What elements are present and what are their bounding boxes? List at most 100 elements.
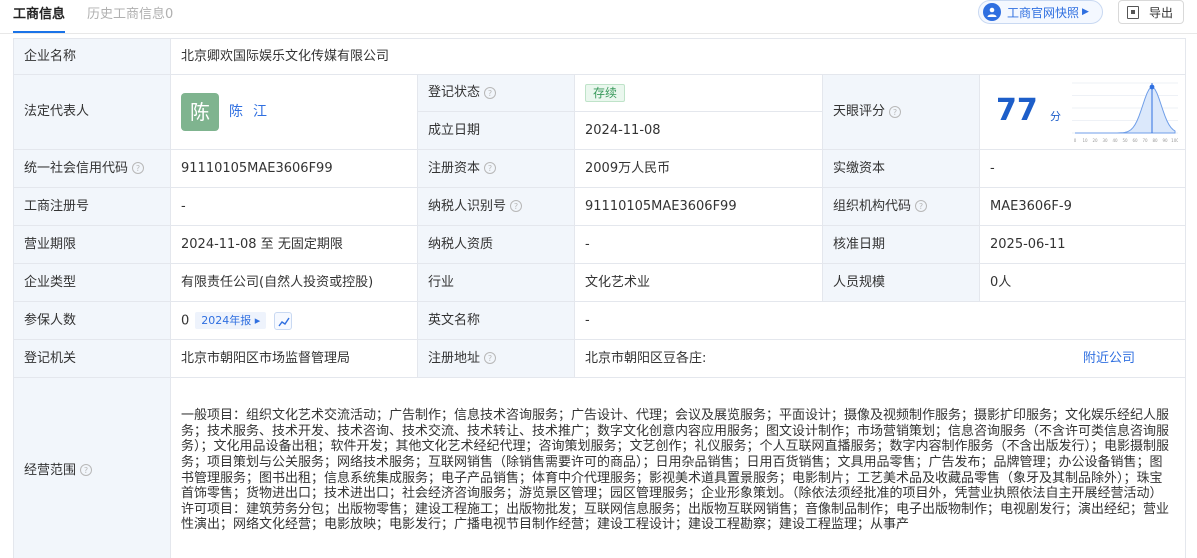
- tab-business-info[interactable]: 工商信息: [13, 3, 66, 33]
- table-row: 法定代表人 陈 陈江 登记状态? 存续 天眼评分? 77 分 0 10 20 30 40…: [13, 74, 1187, 150]
- help-icon[interactable]: ?: [889, 105, 902, 118]
- reg-status-cell: 存续: [574, 74, 823, 112]
- reg-capital-label-cell: 注册资本?: [417, 149, 575, 188]
- table-row: 参保人数 0 2024年报 ▸ 英文名称 -: [13, 301, 1187, 340]
- reg-capital-value: 2009万人民币: [574, 149, 823, 188]
- org-code-value: MAE3606F-9: [978, 187, 1187, 226]
- english-name-label: 英文名称: [417, 301, 575, 340]
- authority-label: 登记机关: [13, 339, 171, 378]
- legal-rep-cell: 陈 陈江: [170, 74, 418, 150]
- avatar[interactable]: 陈: [181, 93, 219, 131]
- help-icon[interactable]: ?: [484, 86, 497, 99]
- chart-tick-label: 30: [1102, 138, 1108, 143]
- reg-status-label-cell: 登记状态?: [417, 74, 575, 112]
- table-row: 统一社会信用代码? 91110105MAE3606F99 注册资本? 2009万…: [13, 149, 1187, 188]
- rating-score: 77: [996, 93, 1038, 128]
- term-label: 营业期限: [13, 225, 171, 264]
- user-shield-icon: [983, 3, 1001, 21]
- insured-value: 0: [181, 313, 190, 328]
- help-icon[interactable]: ?: [132, 162, 145, 175]
- help-icon[interactable]: ?: [484, 352, 497, 365]
- staff-size-label: 人员规模: [822, 263, 980, 302]
- help-icon[interactable]: ?: [510, 200, 523, 213]
- table-row: 工商注册号 - 纳税人识别号? 91110105MAE3606F99 组织机构代…: [13, 187, 1187, 226]
- biz-reg-no-value: -: [170, 187, 418, 226]
- english-name-value: -: [573, 301, 1187, 340]
- export-label: 导出: [1149, 5, 1174, 20]
- paid-capital-label: 实缴资本: [822, 149, 980, 188]
- chart-tick-label: 100: [1171, 138, 1178, 143]
- export-button[interactable]: 导出: [1118, 0, 1184, 24]
- taxpayer-id-label: 纳税人识别号: [428, 198, 507, 214]
- rating-distribution-chart: 0 10 20 30 40 50 60 70 80 90 100: [1072, 82, 1178, 143]
- biz-reg-no-label: 工商注册号: [13, 187, 171, 226]
- founded-label: 成立日期: [417, 111, 575, 150]
- company-name-value: 北京卿欢国际娱乐文化传媒有限公司: [169, 38, 1187, 75]
- industry-value: 文化艺术业: [574, 263, 823, 302]
- taxpayer-qual-label: 纳税人资质: [417, 225, 575, 264]
- staff-size-value: 0人: [978, 263, 1187, 302]
- tab-history-business-info[interactable]: 历史工商信息0: [87, 3, 173, 22]
- table-row: 企业名称 北京卿欢国际娱乐文化传媒有限公司: [13, 38, 1187, 75]
- rating-marker-dot: [1149, 84, 1155, 90]
- help-icon[interactable]: ?: [915, 200, 928, 213]
- tab-bar: 工商信息 历史工商信息0 工商官网快照 ▶ 导出: [0, 0, 1197, 34]
- nearby-companies-link[interactable]: 附近公司: [1083, 351, 1135, 367]
- annual-report-year-label: 2024年报: [201, 314, 252, 327]
- address-value: 北京市朝阳区豆各庄:: [585, 350, 707, 366]
- status-badge: 存续: [585, 83, 626, 103]
- chart-tick-label: 70: [1142, 138, 1148, 143]
- rating-distribution-area: [1075, 86, 1176, 134]
- legal-rep-name-link[interactable]: 陈江: [229, 104, 277, 121]
- chart-tick-label: 20: [1092, 138, 1098, 143]
- industry-label: 行业: [417, 263, 575, 302]
- company-type-label: 企业类型: [13, 263, 171, 302]
- export-icon: [1127, 5, 1139, 19]
- reg-capital-label: 注册资本: [428, 160, 481, 176]
- founded-value: 2024-11-08: [574, 111, 823, 150]
- chart-tick-label: 10: [1082, 138, 1088, 143]
- insured-cell: 0 2024年报 ▸: [170, 301, 418, 340]
- credit-code-value: 91110105MAE3606F99: [170, 149, 418, 188]
- company-type-value: 有限责任公司(自然人投资或控股): [170, 263, 418, 302]
- table-row: 登记机关 北京市朝阳区市场监督管理局 注册地址? 北京市朝阳区豆各庄: 附近公司: [13, 339, 1187, 378]
- credit-code-label-cell: 统一社会信用代码?: [13, 149, 171, 188]
- rating-unit: 分: [1050, 110, 1061, 123]
- taxpayer-id-label-cell: 纳税人识别号?: [417, 187, 575, 226]
- annual-report-year-dropdown[interactable]: 2024年报 ▸: [195, 312, 267, 330]
- scope-label-cell: 经营范围?: [13, 377, 171, 558]
- official-snapshot-label: 工商官网快照: [1007, 5, 1080, 20]
- chart-tick-label: 90: [1162, 138, 1168, 143]
- table-row: 企业类型 有限责任公司(自然人投资或控股) 行业 文化艺术业 人员规模 0人: [13, 263, 1187, 302]
- rating-cell[interactable]: 77 分 0 10 20 30 40 50 60 70 80 90 100: [978, 74, 1187, 150]
- chart-tick-label: 40: [1112, 138, 1118, 143]
- official-snapshot-button[interactable]: 工商官网快照 ▶: [978, 0, 1103, 24]
- table-row: 营业期限 2024-11-08 至 无固定期限 纳税人资质 - 核准日期 202…: [13, 225, 1187, 264]
- chart-tick-label: 80: [1152, 138, 1158, 143]
- org-code-label: 组织机构代码: [833, 198, 912, 214]
- taxpayer-qual-value: -: [574, 225, 823, 264]
- business-info-table: 企业名称 北京卿欢国际娱乐文化传媒有限公司 法定代表人 陈 陈江 登记状态? 存…: [13, 38, 1187, 558]
- trend-chart-icon[interactable]: [274, 311, 293, 330]
- chart-tick-label: 60: [1132, 138, 1138, 143]
- address-label: 注册地址: [428, 350, 481, 366]
- caret-right-icon: ▶: [1082, 7, 1089, 17]
- address-cell: 北京市朝阳区豆各庄: 附近公司: [573, 339, 1187, 378]
- approval-date-value: 2025-06-11: [978, 225, 1187, 264]
- reg-status-label: 登记状态: [428, 85, 481, 101]
- table-row: 经营范围? 一般项目：组织文化艺术交流活动；广告制作；信息技术咨询服务；广告设计…: [13, 377, 1187, 558]
- rating-label: 天眼评分: [833, 104, 886, 120]
- approval-date-label: 核准日期: [822, 225, 980, 264]
- org-code-label-cell: 组织机构代码?: [822, 187, 980, 226]
- address-label-cell: 注册地址?: [417, 339, 575, 378]
- legal-rep-label: 法定代表人: [13, 74, 171, 150]
- help-icon[interactable]: ?: [484, 162, 497, 175]
- scope-value: 一般项目：组织文化艺术交流活动；广告制作；信息技术咨询服务；广告设计、代理；会议…: [169, 377, 1187, 558]
- credit-code-label: 统一社会信用代码: [24, 160, 129, 176]
- scope-label: 经营范围: [24, 462, 77, 478]
- insured-label: 参保人数: [13, 301, 171, 340]
- company-name-label: 企业名称: [13, 38, 171, 75]
- help-icon[interactable]: ?: [80, 464, 93, 477]
- taxpayer-id-value: 91110105MAE3606F99: [574, 187, 823, 226]
- authority-value: 北京市朝阳区市场监督管理局: [170, 339, 418, 378]
